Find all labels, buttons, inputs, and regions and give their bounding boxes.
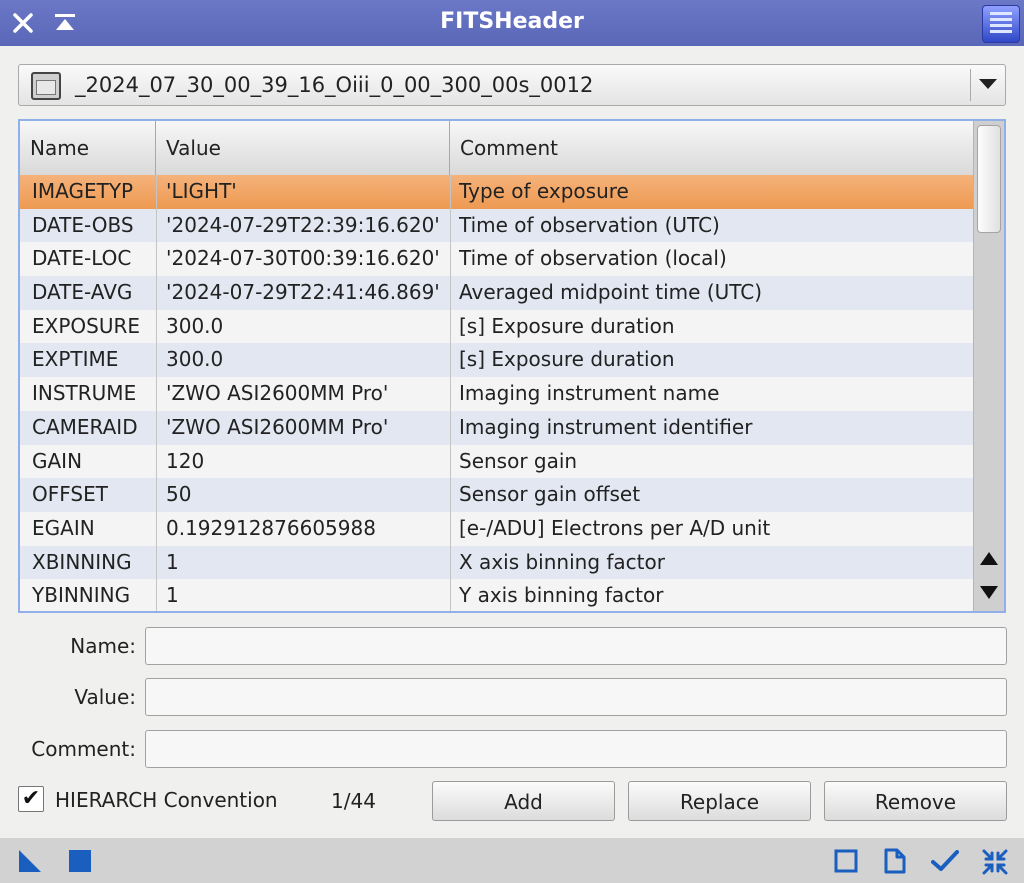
keyword-value-cell: 50 — [166, 482, 192, 507]
keyword-table[interactable]: Name Value Comment IMAGETYP 'LIGHT' Type o… — [18, 119, 1006, 613]
window-title: FITSHeader — [440, 9, 584, 34]
image-window-icon — [31, 72, 61, 100]
keyword-value-cell: 'ZWO ASI2600MM Pro' — [166, 414, 389, 439]
window-menu-icon[interactable] — [982, 5, 1020, 43]
keyword-comment-cell: Averaged midpoint time (UTC) — [459, 280, 763, 305]
keyword-comment-cell: Sensor gain offset — [459, 482, 641, 507]
keyword-value-cell: 1 — [166, 583, 179, 608]
apply-global-icon[interactable] — [67, 848, 93, 874]
keyword-name-cell: GAIN — [32, 448, 83, 473]
keyword-name-cell: DATE-OBS — [32, 212, 134, 237]
keyword-name-cell: EXPTIME — [32, 347, 119, 372]
table-row[interactable]: GAIN 120 Sensor gain — [20, 444, 976, 479]
keyword-name-cell: CAMERAID — [32, 414, 138, 439]
new-instance-icon[interactable] — [17, 848, 43, 874]
comment-field[interactable] — [145, 730, 1007, 768]
keyword-value-cell: '2024-07-29T22:39:16.620' — [166, 212, 440, 237]
table-row[interactable]: DATE-OBS '2024-07-29T22:39:16.620' Time of… — [20, 208, 976, 243]
keyword-comment-cell: Imaging instrument name — [459, 381, 720, 406]
value-field[interactable] — [145, 678, 1007, 716]
keyword-comment-cell: [s] Exposure duration — [459, 347, 675, 372]
keyword-comment-cell: Imaging instrument identifier — [459, 414, 753, 439]
table-row[interactable]: CAMERAID 'ZWO ASI2600MM Pro' Imaging instr… — [20, 410, 976, 445]
chevron-down-icon[interactable] — [979, 79, 997, 89]
table-row[interactable]: DATE-LOC '2024-07-30T00:39:16.620' Time of… — [20, 242, 976, 277]
table-row[interactable]: INSTRUME 'ZWO ASI2600MM Pro' Imaging instr… — [20, 377, 976, 411]
keyword-comment-cell: Y axis binning factor — [459, 583, 664, 608]
table-row[interactable]: DATE-AVG '2024-07-29T22:41:46.869' Average… — [20, 276, 976, 310]
image-selector-value: _2024_07_30_00_39_16_Oiii_0_00_300_00s_0… — [75, 73, 594, 97]
column-header-name[interactable]: Name — [20, 121, 156, 175]
collapse-icon[interactable] — [981, 848, 1008, 875]
keyword-name-cell: IMAGETYP — [32, 179, 134, 203]
hierarch-label[interactable]: HIERARCH Convention — [55, 786, 278, 814]
documentation-icon[interactable] — [882, 848, 908, 874]
keyword-counter: 1/44 — [331, 789, 376, 813]
title-bar: FITSHeader — [0, 0, 1024, 46]
keyword-name-cell: DATE-LOC — [32, 246, 132, 271]
keyword-value-cell: 0.192912876605988 — [166, 515, 376, 540]
table-row[interactable]: IMAGETYP 'LIGHT' Type of exposure — [20, 175, 976, 209]
keyword-name-cell: OFFSET — [32, 482, 108, 507]
name-label: Name: — [70, 634, 136, 658]
scroll-down-icon[interactable] — [980, 586, 998, 599]
keyword-name-cell: XBINNING — [32, 549, 132, 574]
name-field[interactable] — [145, 627, 1007, 665]
keyword-comment-cell: X axis binning factor — [459, 549, 665, 574]
image-selector[interactable]: _2024_07_30_00_39_16_Oiii_0_00_300_00s_0… — [18, 64, 1006, 106]
table-header: Name Value Comment — [20, 121, 976, 176]
keyword-comment-cell: Sensor gain — [459, 448, 578, 473]
keyword-value-cell: '2024-07-29T22:41:46.869' — [166, 280, 440, 305]
table-row[interactable]: YBINNING 1 Y axis binning factor — [20, 579, 976, 611]
keyword-value-cell: 300.0 — [166, 347, 224, 372]
table-body: IMAGETYP 'LIGHT' Type of exposure DATE-OBS '… — [20, 175, 976, 611]
table-row[interactable]: EXPOSURE 300.0 [s] Exposure duration — [20, 309, 976, 344]
keyword-name-cell: DATE-AVG — [32, 280, 133, 305]
keyword-name-cell: EGAIN — [32, 515, 95, 540]
column-header-comment[interactable]: Comment — [450, 121, 976, 175]
column-divider — [450, 175, 451, 611]
replace-button[interactable]: Replace — [628, 781, 811, 821]
keyword-value-cell: '2024-07-30T00:39:16.620' — [166, 246, 440, 271]
keyword-value-cell: 'LIGHT' — [166, 179, 237, 203]
keyword-value-cell: 'ZWO ASI2600MM Pro' — [166, 381, 389, 406]
keyword-name-cell: YBINNING — [32, 583, 131, 608]
scrollbar-thumb[interactable] — [977, 125, 1001, 233]
hierarch-checkbox[interactable]: ✔ — [18, 786, 44, 812]
table-row[interactable]: XBINNING 1 X axis binning factor — [20, 545, 976, 580]
table-row[interactable]: EGAIN 0.192912876605988 [e-/ADU] Electrons… — [20, 511, 976, 546]
table-row[interactable]: EXPTIME 300.0 [s] Exposure duration — [20, 343, 976, 378]
comment-label: Comment: — [31, 737, 136, 761]
column-header-value[interactable]: Value — [156, 121, 450, 175]
remove-button[interactable]: Remove — [824, 781, 1007, 821]
table-row[interactable]: OFFSET 50 Sensor gain offset — [20, 478, 976, 512]
divider — [970, 69, 971, 101]
add-button[interactable]: Add — [432, 781, 615, 821]
value-label: Value: — [74, 685, 136, 709]
keyword-value-cell: 300.0 — [166, 313, 224, 338]
keyword-comment-cell: [s] Exposure duration — [459, 313, 675, 338]
keyword-comment-cell: Type of exposure — [459, 179, 629, 203]
reset-icon[interactable] — [833, 848, 859, 874]
keyword-comment-cell: [e-/ADU] Electrons per A/D unit — [459, 515, 771, 540]
scroll-up-icon[interactable] — [980, 552, 998, 565]
keyword-value-cell: 1 — [166, 549, 179, 574]
keyword-name-cell: INSTRUME — [32, 381, 137, 406]
process-toolbar — [0, 838, 1024, 883]
keyword-value-cell: 120 — [166, 448, 205, 473]
column-divider — [156, 175, 157, 611]
keyword-name-cell: EXPOSURE — [32, 313, 141, 338]
apply-icon[interactable] — [931, 848, 959, 874]
keyword-comment-cell: Time of observation (UTC) — [459, 212, 720, 237]
keyword-comment-cell: Time of observation (local) — [459, 246, 727, 271]
vertical-scrollbar[interactable] — [973, 121, 1004, 611]
